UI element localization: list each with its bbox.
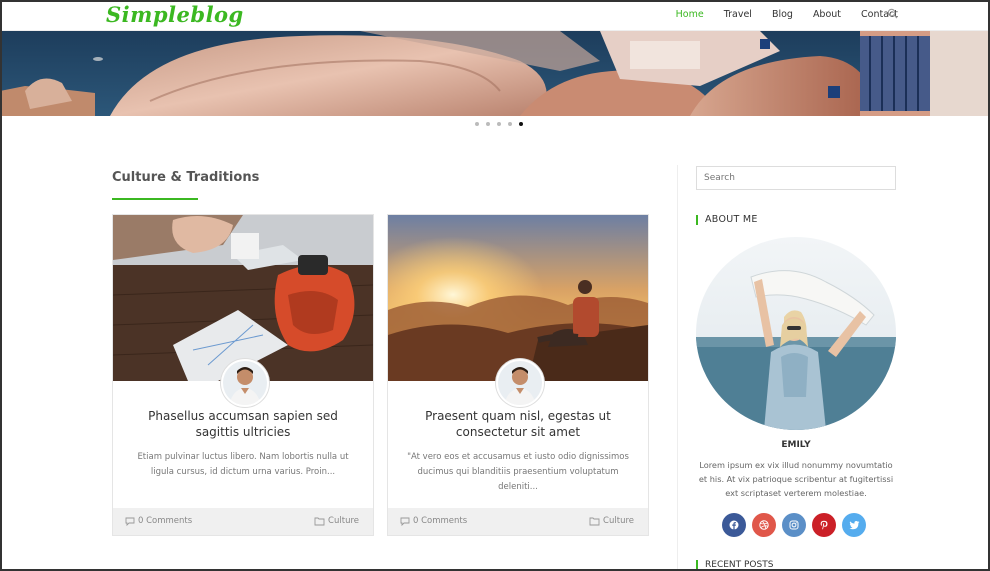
post-footer: 0 Comments Culture bbox=[388, 508, 648, 535]
sidebar-divider bbox=[677, 165, 678, 571]
recent-title-text: RECENT POSTS bbox=[705, 560, 774, 570]
nav-about[interactable]: About bbox=[813, 9, 841, 20]
search-icon[interactable] bbox=[887, 8, 898, 19]
section-title: Culture & Traditions bbox=[112, 170, 260, 185]
post-excerpt: Etiam pulvinar luctus libero. Nam lobort… bbox=[137, 452, 349, 477]
hero-slider-image[interactable] bbox=[0, 31, 990, 116]
facebook-icon[interactable] bbox=[722, 513, 746, 537]
author-avatar[interactable] bbox=[496, 359, 544, 407]
social-links bbox=[722, 513, 866, 537]
folder-icon bbox=[589, 517, 600, 525]
pinterest-icon[interactable] bbox=[812, 513, 836, 537]
author-avatar[interactable] bbox=[221, 359, 269, 407]
nav-blog[interactable]: Blog bbox=[772, 9, 793, 20]
comment-icon bbox=[400, 517, 410, 526]
post-thumbnail[interactable] bbox=[388, 215, 648, 381]
post-category[interactable]: Culture bbox=[589, 516, 634, 526]
title-accent-bar bbox=[696, 560, 698, 570]
slider-dot[interactable] bbox=[508, 122, 512, 126]
slider-dots bbox=[475, 122, 523, 126]
about-title-text: ABOUT ME bbox=[705, 214, 758, 225]
category-label: Culture bbox=[603, 516, 634, 526]
site-header: Simpleblog Home Travel Blog About Contac… bbox=[0, 0, 990, 31]
title-accent-bar bbox=[696, 214, 698, 225]
comment-icon bbox=[125, 517, 135, 526]
post-card[interactable]: Praesent quam nisl, egestas ut consectet… bbox=[387, 214, 649, 536]
slider-dot[interactable] bbox=[475, 122, 479, 126]
twitter-icon[interactable] bbox=[842, 513, 866, 537]
site-logo[interactable]: Simpleblog bbox=[106, 2, 244, 27]
post-excerpt: "At vero eos et accusamus et iusto odio … bbox=[407, 452, 629, 492]
recent-posts-widget-title: RECENT POSTS bbox=[696, 560, 773, 570]
slider-dot[interactable] bbox=[497, 122, 501, 126]
comments-count: 0 Comments bbox=[413, 516, 468, 526]
about-text: Lorem ipsum ex vix illud nonummy novumta… bbox=[698, 460, 894, 498]
section-underline bbox=[112, 198, 198, 200]
post-category[interactable]: Culture bbox=[314, 516, 359, 526]
about-widget-title: ABOUT ME bbox=[696, 214, 758, 225]
sidebar-search-input[interactable] bbox=[696, 166, 896, 190]
about-name: EMILY bbox=[781, 440, 811, 450]
slider-dot-active[interactable] bbox=[519, 122, 523, 126]
dribbble-icon[interactable] bbox=[752, 513, 776, 537]
about-photo bbox=[696, 237, 896, 430]
post-thumbnail[interactable] bbox=[113, 215, 373, 381]
nav-home[interactable]: Home bbox=[676, 9, 704, 20]
post-title[interactable]: Phasellus accumsan sapien sed sagittis u… bbox=[127, 408, 359, 440]
main-nav: Home Travel Blog About Contact bbox=[676, 9, 898, 20]
folder-icon bbox=[314, 517, 325, 525]
post-footer: 0 Comments Culture bbox=[113, 508, 373, 535]
post-card[interactable]: Phasellus accumsan sapien sed sagittis u… bbox=[112, 214, 374, 536]
post-comments[interactable]: 0 Comments bbox=[400, 516, 467, 526]
nav-travel[interactable]: Travel bbox=[724, 9, 752, 20]
category-label: Culture bbox=[328, 516, 359, 526]
slider-dot[interactable] bbox=[486, 122, 490, 126]
post-title[interactable]: Praesent quam nisl, egestas ut consectet… bbox=[402, 408, 634, 440]
instagram-icon[interactable] bbox=[782, 513, 806, 537]
comments-count: 0 Comments bbox=[138, 516, 193, 526]
post-comments[interactable]: 0 Comments bbox=[125, 516, 192, 526]
